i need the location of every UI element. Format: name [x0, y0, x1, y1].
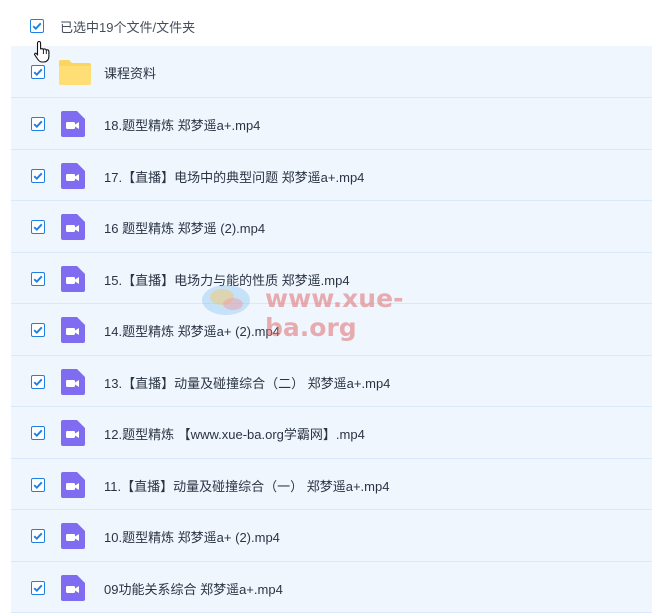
- selection-header: 已选中19个文件/文件夹: [0, 0, 652, 46]
- file-name[interactable]: 16 题型精炼 郑梦遥 (2).mp4: [104, 218, 265, 237]
- row-checkbox[interactable]: [31, 581, 45, 595]
- video-file-icon: [61, 575, 87, 601]
- file-name[interactable]: 17.【直播】电场中的典型问题 郑梦遥a+.mp4: [104, 167, 364, 186]
- file-name[interactable]: 15.【直播】电场力与能的性质 郑梦遥.mp4: [104, 270, 350, 289]
- file-row[interactable]: 15.【直播】电场力与能的性质 郑梦遥.mp4: [11, 253, 652, 305]
- checkmark-icon: [32, 324, 44, 336]
- file-row[interactable]: 09功能关系综合 郑梦遥a+.mp4: [11, 562, 652, 613]
- video-file-icon: [61, 266, 87, 292]
- file-row[interactable]: 13.【直播】动量及碰撞综合（二） 郑梦遥a+.mp4: [11, 356, 652, 408]
- checkmark-icon: [32, 170, 44, 182]
- file-name[interactable]: 12.题型精炼 【www.xue-ba.org学霸网】.mp4: [104, 424, 365, 443]
- video-file-icon: [61, 163, 87, 189]
- video-file-icon: [61, 111, 87, 137]
- checkmark-icon: [32, 273, 44, 285]
- file-name[interactable]: 13.【直播】动量及碰撞综合（二） 郑梦遥a+.mp4: [104, 373, 390, 392]
- video-file-icon: [61, 369, 87, 395]
- row-checkbox[interactable]: [31, 323, 45, 337]
- video-file-icon: [61, 214, 87, 240]
- checkmark-icon: [32, 530, 44, 542]
- video-file-icon: [61, 472, 87, 498]
- selection-count-label: 已选中19个文件/文件夹: [60, 17, 195, 36]
- file-row[interactable]: 12.题型精炼 【www.xue-ba.org学霸网】.mp4: [11, 407, 652, 459]
- row-checkbox[interactable]: [31, 272, 45, 286]
- hand-cursor-icon: [34, 40, 54, 64]
- file-row[interactable]: 16 题型精炼 郑梦遥 (2).mp4: [11, 201, 652, 253]
- video-file-icon: [61, 523, 87, 549]
- file-name[interactable]: 09功能关系综合 郑梦遥a+.mp4: [104, 579, 283, 598]
- folder-row[interactable]: 课程资料: [11, 46, 652, 98]
- file-name[interactable]: 18.题型精炼 郑梦遥a+.mp4: [104, 115, 260, 134]
- file-name[interactable]: 10.题型精炼 郑梦遥a+ (2).mp4: [104, 527, 280, 546]
- row-checkbox[interactable]: [31, 220, 45, 234]
- row-checkbox[interactable]: [31, 375, 45, 389]
- file-row[interactable]: 17.【直播】电场中的典型问题 郑梦遥a+.mp4: [11, 150, 652, 202]
- checkmark-icon: [32, 427, 44, 439]
- checkmark-icon: [32, 221, 44, 233]
- checkmark-icon: [31, 20, 43, 32]
- file-list: 课程资料 18.题型精炼 郑梦遥a+.mp4 17.【直播】电场中的典型问题 郑梦遥…: [11, 46, 652, 613]
- file-row[interactable]: 10.题型精炼 郑梦遥a+ (2).mp4: [11, 510, 652, 562]
- checkmark-icon: [32, 118, 44, 130]
- video-file-icon: [61, 420, 87, 446]
- row-checkbox[interactable]: [31, 426, 45, 440]
- row-checkbox[interactable]: [31, 478, 45, 492]
- row-checkbox[interactable]: [31, 169, 45, 183]
- file-row[interactable]: 18.题型精炼 郑梦遥a+.mp4: [11, 98, 652, 150]
- row-checkbox[interactable]: [31, 529, 45, 543]
- row-checkbox[interactable]: [31, 65, 45, 79]
- checkmark-icon: [32, 582, 44, 594]
- checkmark-icon: [32, 66, 44, 78]
- file-row[interactable]: 11.【直播】动量及碰撞综合（一） 郑梦遥a+.mp4: [11, 459, 652, 511]
- file-row[interactable]: 14.题型精炼 郑梦遥a+ (2).mp4: [11, 304, 652, 356]
- file-name[interactable]: 课程资料: [104, 63, 156, 82]
- checkmark-icon: [32, 376, 44, 388]
- row-checkbox[interactable]: [31, 117, 45, 131]
- file-name[interactable]: 14.题型精炼 郑梦遥a+ (2).mp4: [104, 321, 280, 340]
- select-all-checkbox[interactable]: [30, 19, 44, 33]
- video-file-icon: [61, 317, 87, 343]
- file-name[interactable]: 11.【直播】动量及碰撞综合（一） 郑梦遥a+.mp4: [104, 476, 389, 495]
- folder-icon: [59, 59, 85, 85]
- checkmark-icon: [32, 479, 44, 491]
